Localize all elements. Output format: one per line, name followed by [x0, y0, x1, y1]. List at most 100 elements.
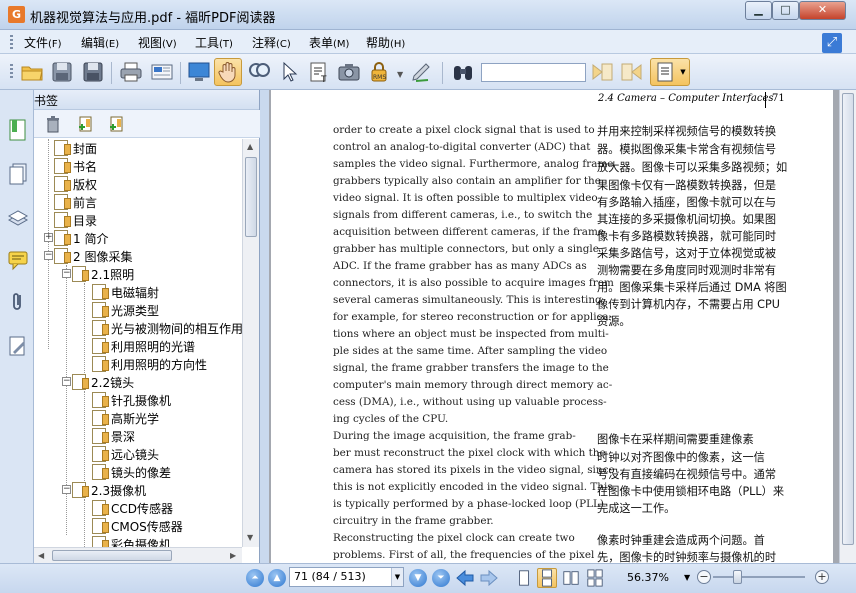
rms-dropdown-icon[interactable]: ▼	[397, 70, 403, 79]
toolbar-grip-icon[interactable]	[10, 64, 13, 78]
collapse-toggle-icon[interactable]: −	[62, 485, 71, 494]
maximize-button[interactable]: □	[772, 1, 799, 20]
chinese-text-line: 测物需要在多角度同时观测时非常有	[597, 264, 777, 277]
find-previous-icon[interactable]	[588, 58, 616, 86]
hand-tool-icon[interactable]	[214, 58, 242, 86]
bookmark-item[interactable]: 利用照明的光谱	[92, 337, 195, 355]
go-forward-arrow-icon[interactable]	[479, 568, 499, 588]
menu-form[interactable]: 表单(M)	[309, 34, 349, 51]
open-folder-icon[interactable]	[18, 58, 46, 86]
previous-page-icon[interactable]: ▲	[268, 569, 286, 587]
bookmark-item[interactable]: 光源类型	[92, 301, 159, 319]
bookmark-item[interactable]: CMOS传感器	[92, 517, 183, 535]
save-as-icon[interactable]	[79, 58, 107, 86]
next-page-icon[interactable]: ▼	[409, 569, 427, 587]
bookmark-horizontal-scrollbar[interactable]: ◀ ▶	[34, 547, 242, 563]
zoom-dropdown-icon[interactable]: ▼	[684, 573, 690, 582]
expand-toggle-icon[interactable]: +	[44, 233, 53, 242]
pane-splitter[interactable]	[260, 90, 269, 563]
bookmark-item[interactable]: 彩色摄像机	[92, 535, 171, 547]
bookmark-item[interactable]: 书名	[54, 157, 97, 175]
zoom-slider-track[interactable]	[713, 576, 805, 578]
document-vertical-scrollbar[interactable]	[839, 90, 856, 563]
bookmark-item[interactable]: 光与被测物间的相互作用	[92, 319, 242, 337]
collapse-toggle-icon[interactable]: −	[62, 377, 71, 386]
zoom-level[interactable]: 56.37%	[627, 571, 669, 584]
bookmarks-panel-icon[interactable]	[7, 118, 29, 142]
scroll-up-arrow-icon[interactable]: ▲	[247, 142, 253, 151]
menu-tools[interactable]: 工具(T)	[195, 34, 233, 51]
add-child-bookmark-icon[interactable]	[108, 115, 126, 133]
bookmark-vertical-scrollbar[interactable]: ▲ ▼	[242, 139, 259, 547]
page-number-input[interactable]: 71 (84 / 513) ▼	[289, 567, 404, 587]
zoom-out-icon[interactable]: −	[697, 570, 711, 584]
bookmark-scroll-thumb[interactable]	[245, 157, 257, 237]
single-page-view-icon[interactable]	[514, 568, 534, 588]
bookmark-item[interactable]: 2.1照明	[72, 265, 134, 283]
app-icon[interactable]: G	[8, 6, 25, 23]
restore-document-icon[interactable]: ⤢	[822, 33, 842, 53]
email-icon[interactable]	[148, 58, 176, 86]
menu-view[interactable]: 视图(V)	[138, 34, 177, 51]
scroll-left-arrow-icon[interactable]: ◀	[38, 551, 44, 560]
menu-grip-icon[interactable]	[10, 35, 13, 49]
attachments-panel-icon[interactable]	[7, 290, 29, 314]
last-page-icon[interactable]: ⏷	[432, 569, 450, 587]
find-next-icon[interactable]	[618, 58, 646, 86]
bookmark-item[interactable]: 封面	[54, 139, 97, 157]
zoom-in-icon[interactable]: +	[815, 570, 829, 584]
zoom-tool-icon[interactable]	[245, 58, 273, 86]
text-select-icon[interactable]: T	[305, 58, 333, 86]
first-page-icon[interactable]: ⏶	[246, 569, 264, 587]
bookmark-item[interactable]: 镜头的像差	[92, 463, 171, 481]
comments-panel-icon[interactable]	[7, 248, 29, 272]
minimize-button[interactable]: ▁	[745, 1, 772, 20]
select-arrow-icon[interactable]	[275, 58, 303, 86]
menu-comment[interactable]: 注释(C)	[252, 34, 291, 51]
continuous-facing-view-icon[interactable]	[585, 568, 605, 588]
menu-file[interactable]: 文件(F)	[24, 34, 62, 51]
bookmark-item[interactable]: CCD传感器	[92, 499, 173, 517]
find-binoculars-icon[interactable]	[449, 58, 477, 86]
bookmark-item[interactable]: 目录	[54, 211, 97, 229]
fullscreen-icon[interactable]	[185, 58, 213, 86]
bookmark-item[interactable]: 远心镜头	[92, 445, 159, 463]
facing-view-icon[interactable]	[561, 568, 581, 588]
layers-panel-icon[interactable]	[7, 206, 29, 230]
zoom-slider-thumb[interactable]	[733, 570, 742, 584]
add-bookmark-icon[interactable]	[77, 115, 95, 133]
bookmark-item[interactable]: 高斯光学	[92, 409, 159, 427]
scroll-down-arrow-icon[interactable]: ▼	[247, 533, 253, 542]
save-icon[interactable]	[48, 58, 76, 86]
rms-lock-icon[interactable]: RMS	[365, 58, 393, 86]
bookmark-item[interactable]: 2.3摄像机	[72, 481, 146, 499]
bookmark-item[interactable]: 版权	[54, 175, 97, 193]
delete-bookmark-icon[interactable]	[44, 115, 62, 133]
collapse-toggle-icon[interactable]: −	[62, 269, 71, 278]
bookmark-item[interactable]: 2 图像采集	[54, 247, 132, 265]
page-dropdown-icon[interactable]: ▼	[391, 568, 403, 586]
bookmark-item[interactable]: 针孔摄像机	[92, 391, 171, 409]
document-scroll-thumb[interactable]	[842, 93, 854, 545]
close-button[interactable]: ✕	[799, 1, 846, 20]
bookmark-item[interactable]: 利用照明的方向性	[92, 355, 207, 373]
bookmark-item[interactable]: 前言	[54, 193, 97, 211]
pages-panel-icon[interactable]	[7, 162, 29, 186]
snapshot-camera-icon[interactable]	[335, 58, 363, 86]
scroll-right-arrow-icon[interactable]: ▶	[230, 551, 236, 560]
bookmark-item[interactable]: 电磁辐射	[92, 283, 159, 301]
text-viewer-icon[interactable]: ▼	[650, 58, 690, 86]
collapse-toggle-icon[interactable]: −	[44, 251, 53, 260]
menu-edit[interactable]: 编辑(E)	[81, 34, 119, 51]
bookmark-item[interactable]: 2.2镜头	[72, 373, 134, 391]
bookmark-item[interactable]: 景深	[92, 427, 135, 445]
go-back-arrow-icon[interactable]	[455, 568, 475, 588]
sign-pen-icon[interactable]	[408, 58, 436, 86]
menu-help[interactable]: 帮助(H)	[366, 34, 405, 51]
bookmark-hscroll-thumb[interactable]	[52, 550, 172, 561]
signatures-panel-icon[interactable]	[7, 334, 29, 358]
continuous-view-icon[interactable]	[537, 568, 557, 588]
bookmark-item[interactable]: 1 简介	[54, 229, 108, 247]
search-input[interactable]	[481, 63, 586, 82]
print-icon[interactable]	[117, 58, 145, 86]
